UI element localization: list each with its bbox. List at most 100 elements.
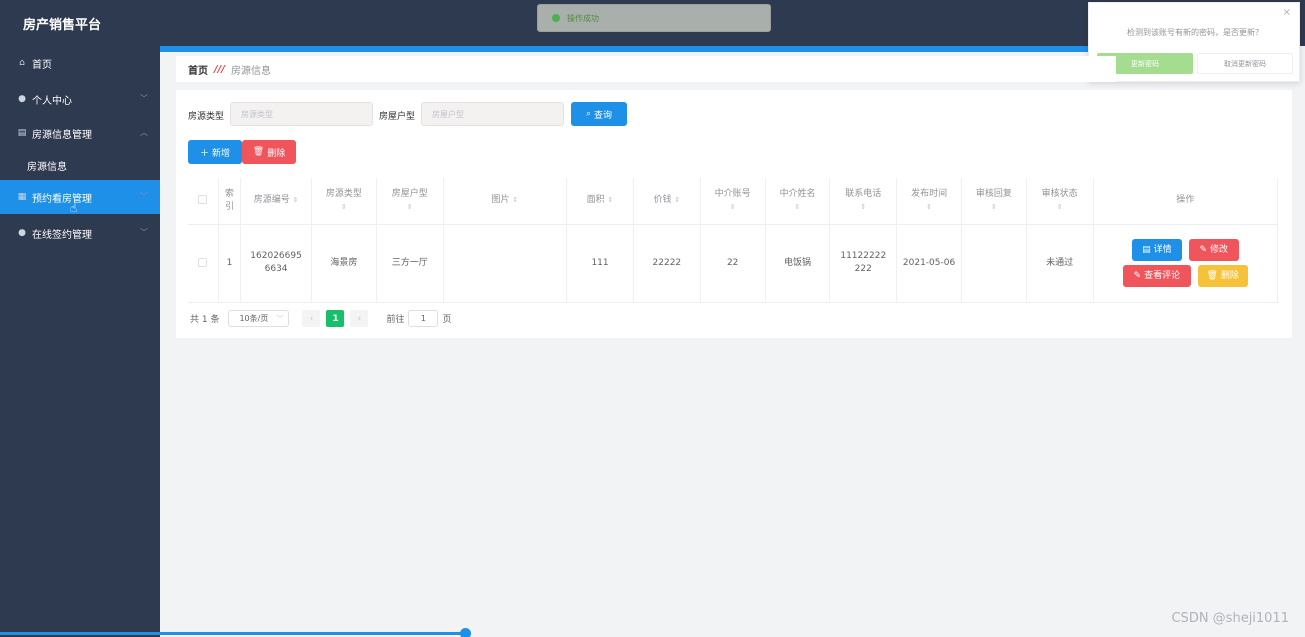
popup-message: 检测到该账号有新的密码，是否更新？ (1127, 28, 1263, 37)
sort-icon[interactable]: ⇕ (674, 196, 680, 204)
layout-input[interactable]: 房屋户型 (421, 102, 564, 126)
add-button-label: 新增 (212, 148, 231, 159)
col-agent-name-label: 中介姓名 (779, 188, 816, 199)
cell-number: 1620266956634 (240, 224, 313, 303)
watermark: CSDN @sheji1011 (1171, 611, 1289, 626)
detail-button-label: 详情 (1153, 244, 1172, 255)
add-button[interactable]: ＋ 新增 (188, 140, 242, 164)
search-icon: ⌕ (585, 109, 592, 119)
cell-layout: 三方一厅 (376, 224, 444, 303)
cell-type: 海景房 (311, 224, 377, 303)
sort-icon[interactable]: ⇕ (926, 203, 932, 211)
page-number-current[interactable]: 1 (326, 310, 345, 327)
col-publish-time[interactable]: 发布时间 ⇕ (896, 178, 962, 225)
col-review-status[interactable]: 审核状态 ⇕ (1026, 178, 1094, 225)
trash-icon: 🗑 (1206, 270, 1218, 281)
close-icon[interactable]: × (1283, 7, 1291, 18)
cell-price: 22222 (633, 224, 701, 303)
col-actions-label: 操作 (1176, 195, 1195, 206)
detail-button[interactable]: ▤ 详情 (1131, 239, 1182, 261)
chevron-down-icon: ﹀ (276, 315, 284, 323)
col-price-label: 价钱 (653, 195, 672, 206)
pagination-total: 共 1 条 (190, 315, 220, 325)
col-index: 索引 (218, 178, 242, 225)
cell-index: 1 (218, 224, 242, 303)
sort-icon[interactable]: ⇕ (1057, 203, 1063, 211)
select-all-checkbox[interactable] (198, 195, 208, 205)
table-header-row: 索引 房源编号 ⇕ 房源类型 ⇕ 房屋户型 ⇕ 图片 ⇕ 面积 ⇕ 价钱 ⇕ 中介账… (188, 178, 1279, 225)
sort-icon[interactable]: ⇕ (795, 203, 801, 211)
row-delete-button[interactable]: 🗑 删除 (1197, 265, 1248, 287)
sort-icon[interactable]: ⇕ (293, 196, 299, 204)
query-button[interactable]: ⌕ 查询 (571, 102, 627, 126)
table-row: 1 1620266956634 海景房 三方一厅 111 22222 22 电饭… (188, 224, 1279, 303)
pagination: 共 1 条 10条/页 ﹀ ‹ 1 › 前往 1 页 (190, 310, 451, 327)
calendar-icon: ▦ (17, 192, 27, 202)
goto-label: 前往 (386, 315, 405, 325)
sort-icon[interactable]: ⇕ (991, 203, 997, 211)
col-type[interactable]: 房源类型 ⇕ (311, 178, 377, 225)
sidebar-item-listing-info[interactable]: 房源信息 (0, 148, 160, 182)
bottom-progress-handle[interactable] (460, 628, 471, 637)
select-all-cell (188, 178, 219, 225)
edit-button[interactable]: ✎ 修改 (1188, 239, 1239, 261)
chevron-down-icon: ﹀ (140, 228, 148, 237)
edit-button-label: 修改 (1209, 244, 1228, 255)
sort-icon[interactable]: ⇕ (341, 203, 347, 211)
delete-button[interactable]: 🗑 删除 (242, 140, 296, 164)
col-agent-account-label: 中介账号 (714, 188, 751, 199)
cell-publish-time: 2021-05-06 (896, 224, 962, 303)
pencil-icon: ✎ (1199, 244, 1207, 255)
col-area-label: 面积 (586, 195, 605, 206)
breadcrumb-home[interactable]: 首页 (188, 62, 208, 77)
type-input[interactable]: 房源类型 (230, 102, 373, 126)
goto-page-input[interactable]: 1 (408, 310, 439, 327)
app-root: 房产销售平台 操作成功 × 检测到该账号有新的密码，是否更新？ 更新密码 取消更… (0, 0, 1305, 637)
col-number[interactable]: 房源编号 ⇕ (240, 178, 313, 225)
sidebar-item-listing-management[interactable]: ▤ 房源信息管理 ︿ (0, 116, 160, 150)
sidebar-item-label: 首页 (32, 59, 52, 71)
col-image[interactable]: 图片 ⇕ (443, 178, 568, 225)
view-comments-button[interactable]: ✎ 查看评论 (1122, 265, 1191, 287)
sort-icon[interactable]: ⇕ (730, 203, 736, 211)
next-page-button[interactable]: › (350, 310, 369, 327)
col-layout-label: 房屋户型 (391, 188, 428, 199)
col-agent-name[interactable]: 中介姓名 ⇕ (765, 178, 831, 225)
cell-area: 111 (566, 224, 634, 303)
sidebar-item-home[interactable]: ⌂ 首页 (0, 46, 160, 80)
pencil-icon: ✎ (1133, 270, 1142, 281)
chevron-up-icon: ︿ (140, 128, 148, 137)
layout-label: 房屋户型 (379, 112, 416, 122)
sidebar-item-viewing-appointments[interactable]: ▦ 预约看房管理 ﹀ (0, 180, 160, 214)
sort-icon[interactable]: ⇕ (860, 203, 866, 211)
col-review-reply[interactable]: 审核回复 ⇕ (961, 178, 1027, 225)
goto-suffix: 页 (442, 315, 452, 325)
delete-button-label: 删除 (267, 148, 286, 159)
col-review-status-label: 审核状态 (1041, 188, 1078, 199)
main-panel: 房源类型 房源类型 房屋户型 房屋户型 ⌕ 查询 ＋ 新增 🗑 删除 索引 房源… (176, 90, 1292, 338)
col-phone[interactable]: 联系电话 ⇕ (829, 178, 898, 225)
listing-table: 索引 房源编号 ⇕ 房源类型 ⇕ 房屋户型 ⇕ 图片 ⇕ 面积 ⇕ 价钱 ⇕ 中介账… (188, 178, 1279, 303)
sidebar-item-label: 房源信息 (27, 161, 67, 173)
sort-icon[interactable]: ⇕ (608, 196, 614, 204)
prev-page-button[interactable]: ‹ (302, 310, 321, 327)
sidebar-item-personal-center[interactable]: ● 个人中心 ﹀ (0, 82, 160, 116)
cell-phone: 11122222222 (829, 224, 898, 303)
success-toast: 操作成功 (537, 4, 771, 32)
col-area[interactable]: 面积 ⇕ (566, 178, 634, 225)
user-icon: ● (18, 228, 26, 238)
row-select-cell (188, 224, 219, 303)
row-checkbox[interactable] (198, 257, 208, 267)
chevron-down-icon: ﹀ (140, 94, 148, 103)
page-size-select[interactable]: 10条/页 ﹀ (228, 310, 290, 327)
sidebar-item-online-contracts[interactable]: ● 在线签约管理 ﹀ (0, 216, 160, 250)
col-agent-account[interactable]: 中介账号 ⇕ (700, 178, 766, 225)
col-type-label: 房源类型 (325, 188, 362, 199)
cell-actions: ▤ 详情 ✎ 修改 ✎ 查看评论 🗑 删除 (1093, 224, 1279, 303)
sort-icon[interactable]: ⇕ (512, 196, 518, 204)
home-icon: ⌂ (19, 58, 25, 68)
cancel-update-button[interactable]: 取消更新密码 (1197, 53, 1293, 74)
sort-icon[interactable]: ⇕ (407, 203, 413, 211)
col-price[interactable]: 价钱 ⇕ (633, 178, 701, 225)
col-layout[interactable]: 房屋户型 ⇕ (376, 178, 444, 225)
